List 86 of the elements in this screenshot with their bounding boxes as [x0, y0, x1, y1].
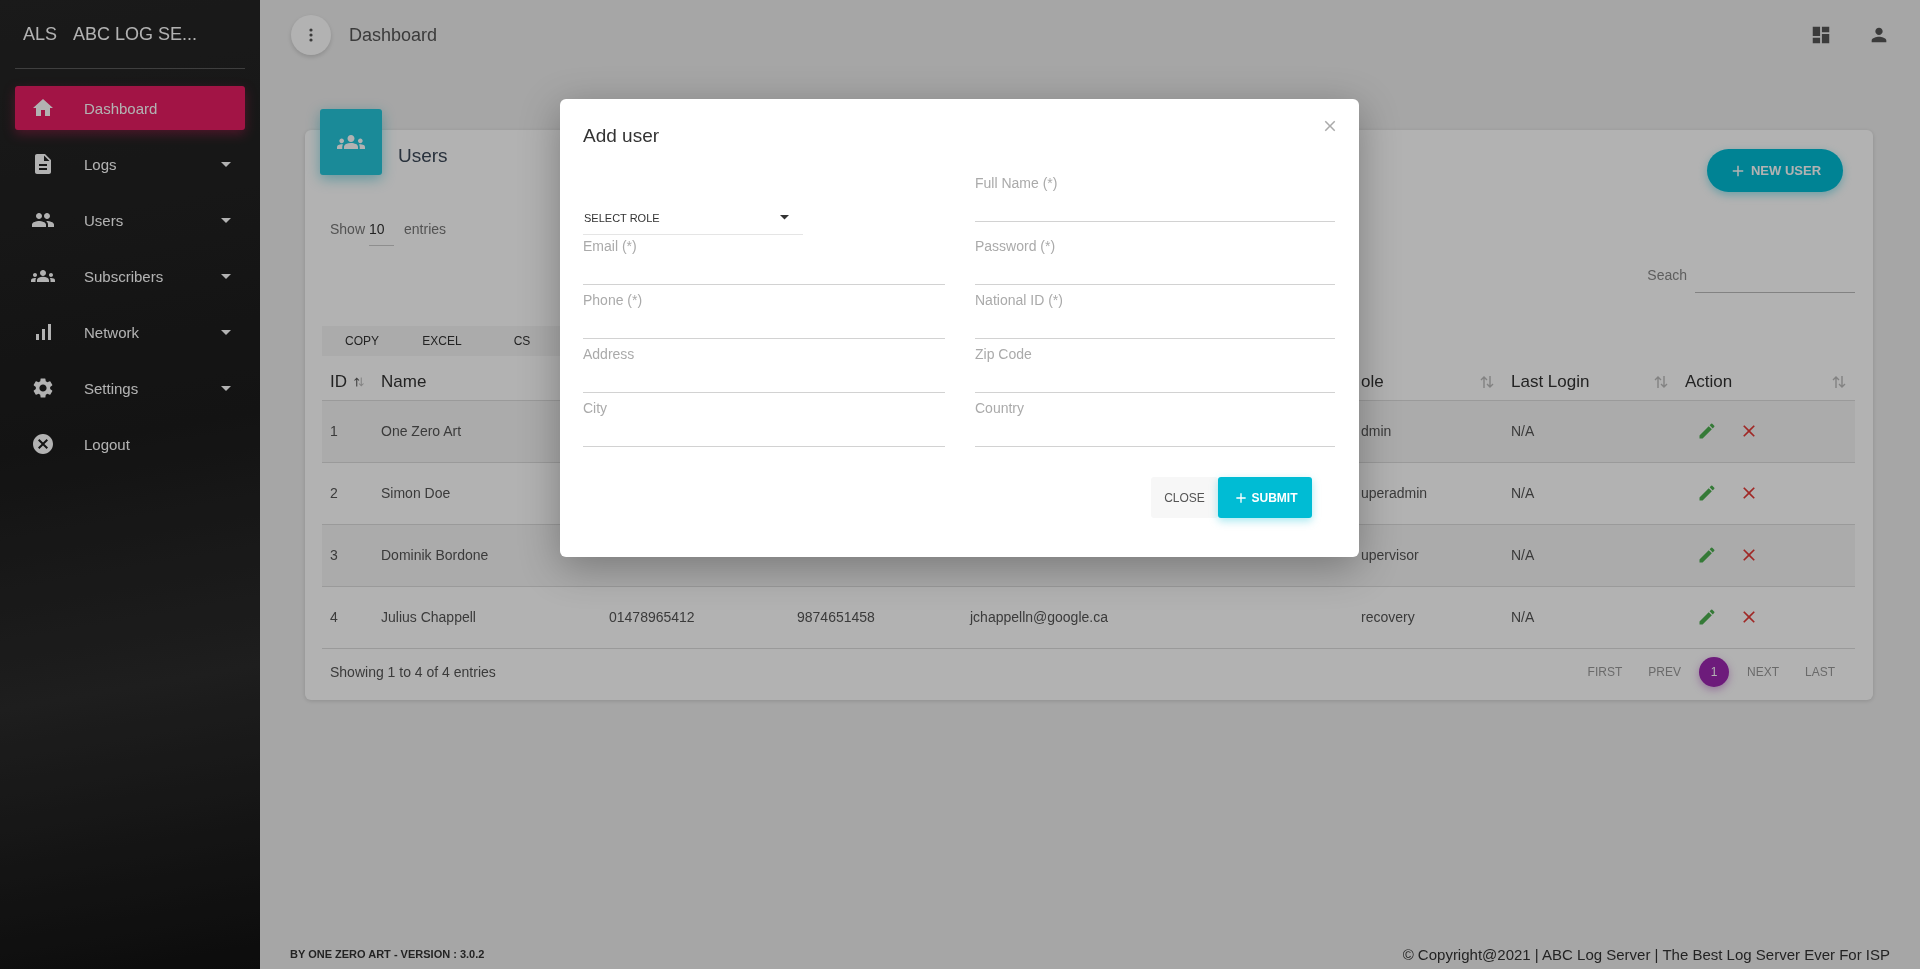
- caret-icon: [221, 161, 231, 167]
- column-header: ID: [330, 371, 347, 392]
- input-field[interactable]: Full Name (*): [975, 168, 1335, 222]
- table-cell: recovery: [1361, 609, 1415, 625]
- more-button[interactable]: [291, 15, 331, 55]
- more-icon: [309, 28, 313, 42]
- caret-icon: [221, 329, 231, 335]
- input-field[interactable]: Country: [975, 393, 1335, 447]
- nav-item[interactable]: Network: [15, 310, 245, 354]
- table-cell: uperadmin: [1361, 485, 1428, 501]
- grid-icon: [1810, 24, 1832, 46]
- caret-icon: [221, 385, 231, 391]
- nav-label: Logout: [84, 435, 131, 453]
- entries-select[interactable]: 10: [369, 221, 395, 246]
- nav-item[interactable]: Users: [15, 198, 245, 242]
- entries-info: Showing 1 to 4 of 4 entries: [330, 663, 496, 680]
- input-field[interactable]: Password (*): [975, 231, 1335, 285]
- table-cell: N/A: [1511, 547, 1535, 563]
- export-button[interactable]: COPY: [322, 334, 402, 348]
- nav-item[interactable]: Settings: [15, 366, 245, 410]
- sort-icon[interactable]: [1479, 373, 1495, 390]
- role-select[interactable]: SELECT ROLE: [583, 207, 803, 235]
- table-cell: 9874651458: [797, 609, 875, 625]
- export-button[interactable]: EXCEL: [402, 334, 482, 348]
- table-cell: 01478965412: [609, 609, 695, 625]
- column-header: ole: [1361, 371, 1384, 392]
- logo-text: ABC LOG SE...: [73, 23, 198, 45]
- close-dialog-button[interactable]: CLOSE: [1151, 477, 1218, 518]
- sort-icon[interactable]: [1831, 373, 1847, 390]
- nav-label: Users: [84, 211, 125, 229]
- show-label: Show: [330, 221, 366, 237]
- table-cell: N/A: [1511, 609, 1535, 625]
- search-label: Seach: [1647, 267, 1687, 285]
- input-field[interactable]: Phone (*): [583, 285, 945, 339]
- table-cell: upervisor: [1361, 547, 1419, 563]
- nav-item[interactable]: Dashboard: [15, 86, 245, 130]
- input-field[interactable]: City: [583, 393, 945, 447]
- caret-icon: [780, 215, 789, 220]
- edit-button[interactable]: [1697, 607, 1717, 627]
- caret-icon: [221, 217, 231, 223]
- table-cell: N/A: [1511, 485, 1535, 501]
- table-cell: One Zero Art: [381, 423, 462, 439]
- input-field[interactable]: National ID (*): [975, 285, 1335, 339]
- table-cell: jchappelln@google.ca: [970, 609, 1108, 625]
- table-cell: 3: [330, 547, 338, 563]
- nav-item[interactable]: Logs: [15, 142, 245, 186]
- pencil-icon: [1697, 607, 1717, 627]
- nav-label: Subscribers: [84, 267, 165, 285]
- edit-button[interactable]: [1697, 421, 1717, 441]
- nav-item[interactable]: Subscribers: [15, 254, 245, 298]
- input-field[interactable]: Address: [583, 339, 945, 393]
- column-header: Last Login: [1511, 371, 1590, 392]
- nav-label: Logs: [84, 155, 118, 173]
- entries-label: entries: [404, 221, 447, 237]
- table-cell: dmin: [1361, 423, 1392, 439]
- nav-label: Network: [84, 323, 140, 341]
- logo-short: ALS: [23, 23, 58, 45]
- edit-button[interactable]: [1697, 483, 1717, 503]
- export-button[interactable]: CS: [482, 334, 562, 348]
- table-cell: 2: [330, 485, 338, 501]
- copyright-text: © Copyright@2021 | ABC Log Server | The Best Log Server Ever For ISP: [1402, 945, 1890, 963]
- table-cell: N/A: [1511, 423, 1535, 439]
- pencil-icon: [1697, 483, 1717, 503]
- pencil-icon: [1697, 545, 1717, 565]
- column-header: Action: [1685, 371, 1733, 392]
- table-cell: 1: [330, 423, 338, 439]
- nav-label: Dashboard: [84, 99, 159, 117]
- card-title: Users: [398, 145, 449, 167]
- input-field[interactable]: Email (*): [583, 231, 945, 285]
- page-title: Dashboard: [349, 24, 439, 46]
- nav-label: Settings: [84, 379, 140, 397]
- dashboard-button[interactable]: [1810, 24, 1832, 46]
- caret-icon: [221, 273, 231, 279]
- input-field[interactable]: Zip Code: [975, 339, 1335, 393]
- column-header: Name: [381, 371, 427, 392]
- table-cell: Simon Doe: [381, 485, 451, 501]
- page-button[interactable]: 1: [1698, 656, 1729, 687]
- table-cell: 4: [330, 609, 338, 625]
- dialog-title: Add user: [583, 125, 661, 147]
- pencil-icon: [1697, 421, 1717, 441]
- table-cell: Dominik Bordone: [381, 547, 489, 563]
- version-text: BY ONE ZERO ART - VERSION : 3.0.2: [290, 948, 485, 960]
- nav-item[interactable]: Logout: [15, 422, 245, 466]
- table-cell: Julius Chappell: [381, 609, 476, 625]
- sort-icon[interactable]: [1653, 373, 1669, 390]
- edit-button[interactable]: [1697, 545, 1717, 565]
